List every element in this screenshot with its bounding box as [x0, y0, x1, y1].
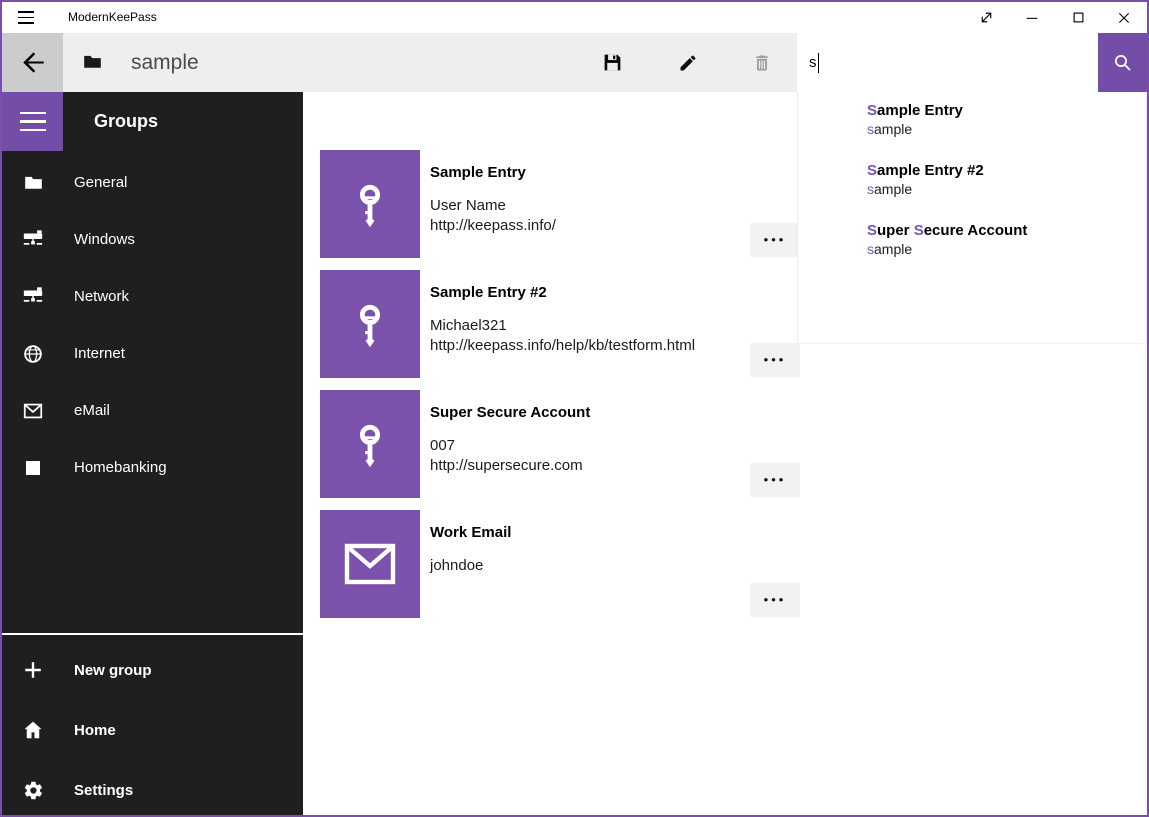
- folder-icon: [82, 51, 103, 72]
- command-bar: sample s: [2, 33, 1147, 92]
- more-button[interactable]: •••: [750, 463, 800, 497]
- search-input[interactable]: s: [797, 33, 1098, 92]
- entries-list: Sample EntryUser Namehttp://keepass.info…: [320, 150, 799, 630]
- search-result-title: Super Secure Account: [867, 221, 1146, 240]
- search-result-title: Sample Entry: [867, 101, 1146, 120]
- groups-heading: Groups: [94, 92, 158, 151]
- entry-username: 007: [430, 436, 739, 456]
- sidebar-item-label: Network: [74, 288, 129, 305]
- sidebar-item-email[interactable]: eMail: [2, 382, 303, 439]
- entry-username: Michael321: [430, 316, 739, 336]
- sidebar-item-network[interactable]: Network: [2, 268, 303, 325]
- entry-username: User Name: [430, 196, 739, 216]
- back-button[interactable]: [2, 33, 63, 92]
- more-button[interactable]: •••: [750, 583, 800, 617]
- sidebar-item-settings[interactable]: Settings: [2, 760, 303, 817]
- sidebar-item-general[interactable]: General: [2, 154, 303, 211]
- entry-title: Super Secure Account: [430, 404, 739, 421]
- sidebar-item-label: New group: [74, 662, 152, 679]
- gear-icon: [22, 779, 44, 801]
- plus-icon: [22, 659, 44, 681]
- entry-row[interactable]: Work Email johndoe •••: [320, 510, 799, 618]
- delete-trash-icon: [752, 53, 772, 73]
- delete-button[interactable]: [738, 33, 786, 92]
- app-window: ModernKeePass: [0, 0, 1149, 817]
- entry-row[interactable]: Sample Entry User Namehttp://keepass.info…: [320, 150, 799, 258]
- edit-pencil-icon: [678, 53, 698, 73]
- search-magnifier-icon: [1112, 52, 1134, 74]
- entry-title: Sample Entry: [430, 164, 739, 181]
- network-icon: [22, 229, 44, 251]
- sidebar-item-home[interactable]: Home: [2, 700, 303, 760]
- search-result-subtitle: sample: [867, 180, 1146, 199]
- text-caret: [818, 53, 819, 73]
- save-button[interactable]: [588, 33, 636, 92]
- search-result-item[interactable]: Sample Entry #2sample: [798, 158, 1146, 218]
- entry-title: Work Email: [430, 524, 739, 541]
- window-controls: [963, 2, 1147, 33]
- sidebar-item-label: Windows: [74, 231, 135, 248]
- sidebar-item-new-group[interactable]: New group: [2, 640, 303, 700]
- app-title: ModernKeePass: [68, 2, 157, 33]
- sidebar-item-label: General: [74, 174, 127, 191]
- fullscreen-toggle-icon[interactable]: [963, 2, 1009, 33]
- sidebar-item-windows[interactable]: Windows: [2, 211, 303, 268]
- save-floppy-icon: [602, 52, 623, 73]
- search-result-subtitle: sample: [867, 240, 1146, 259]
- hamburger-icon[interactable]: [2, 2, 50, 33]
- sidebar-item-internet[interactable]: Internet: [2, 325, 303, 382]
- close-icon[interactable]: [1101, 2, 1147, 33]
- entry-url: http://keepass.info/: [430, 216, 739, 236]
- search-suggestions-dropdown: Sample EntrysampleSample Entry #2sampleS…: [797, 92, 1147, 344]
- mail-icon: [320, 510, 420, 618]
- sidebar-item-label: Internet: [74, 345, 125, 362]
- titlebar: ModernKeePass: [2, 2, 1147, 33]
- sidebar-actions-list: New group Home Settings: [2, 635, 303, 817]
- sidebar-item-homebanking[interactable]: Homebanking: [2, 439, 303, 496]
- key-icon: [320, 270, 420, 378]
- entry-url: http://supersecure.com: [430, 456, 739, 476]
- more-button[interactable]: •••: [750, 343, 800, 377]
- search-result-title: Sample Entry #2: [867, 161, 1146, 180]
- entry-url: http://keepass.info/help/kb/testform.htm…: [430, 336, 739, 356]
- sidebar-item-label: Homebanking: [74, 459, 167, 476]
- entry-row[interactable]: Sample Entry #2 Michael321http://keepass.…: [320, 270, 799, 378]
- key-icon: [320, 390, 420, 498]
- sidebar-bottom: New group Home Settings: [2, 633, 303, 817]
- sidebar-groups-list: General Windows Network Internet eMail Homeba…: [2, 151, 303, 496]
- edit-button[interactable]: [664, 33, 712, 92]
- home-icon: [22, 719, 44, 741]
- sidebar-item-label: Home: [74, 722, 116, 739]
- search-result-item[interactable]: Super Secure Accountsample: [798, 218, 1146, 278]
- folder-icon: [22, 172, 44, 194]
- key-icon: [320, 150, 420, 258]
- maximize-icon[interactable]: [1055, 2, 1101, 33]
- envelope-icon: [22, 400, 44, 422]
- search-result-item[interactable]: Sample Entrysample: [798, 98, 1146, 158]
- hamburger-icon[interactable]: [2, 92, 63, 151]
- entry-row[interactable]: Super Secure Account 007http://supersecur…: [320, 390, 799, 498]
- search-button[interactable]: [1098, 33, 1147, 92]
- entry-title: Sample Entry #2: [430, 284, 739, 301]
- network-icon: [22, 286, 44, 308]
- entry-username: johndoe: [430, 556, 739, 576]
- search-result-subtitle: sample: [867, 120, 1146, 139]
- more-button[interactable]: •••: [750, 223, 800, 257]
- sidebar-item-label: eMail: [74, 402, 110, 419]
- sidebar: Groups General Windows Network Internet eMai…: [2, 92, 303, 815]
- globe-icon: [22, 343, 44, 365]
- sidebar-item-label: Settings: [74, 782, 133, 799]
- search-value: s: [797, 54, 817, 71]
- database-title: sample: [131, 33, 199, 92]
- back-arrow-icon: [19, 49, 46, 76]
- minimize-icon[interactable]: [1009, 2, 1055, 33]
- square-icon: [22, 457, 44, 479]
